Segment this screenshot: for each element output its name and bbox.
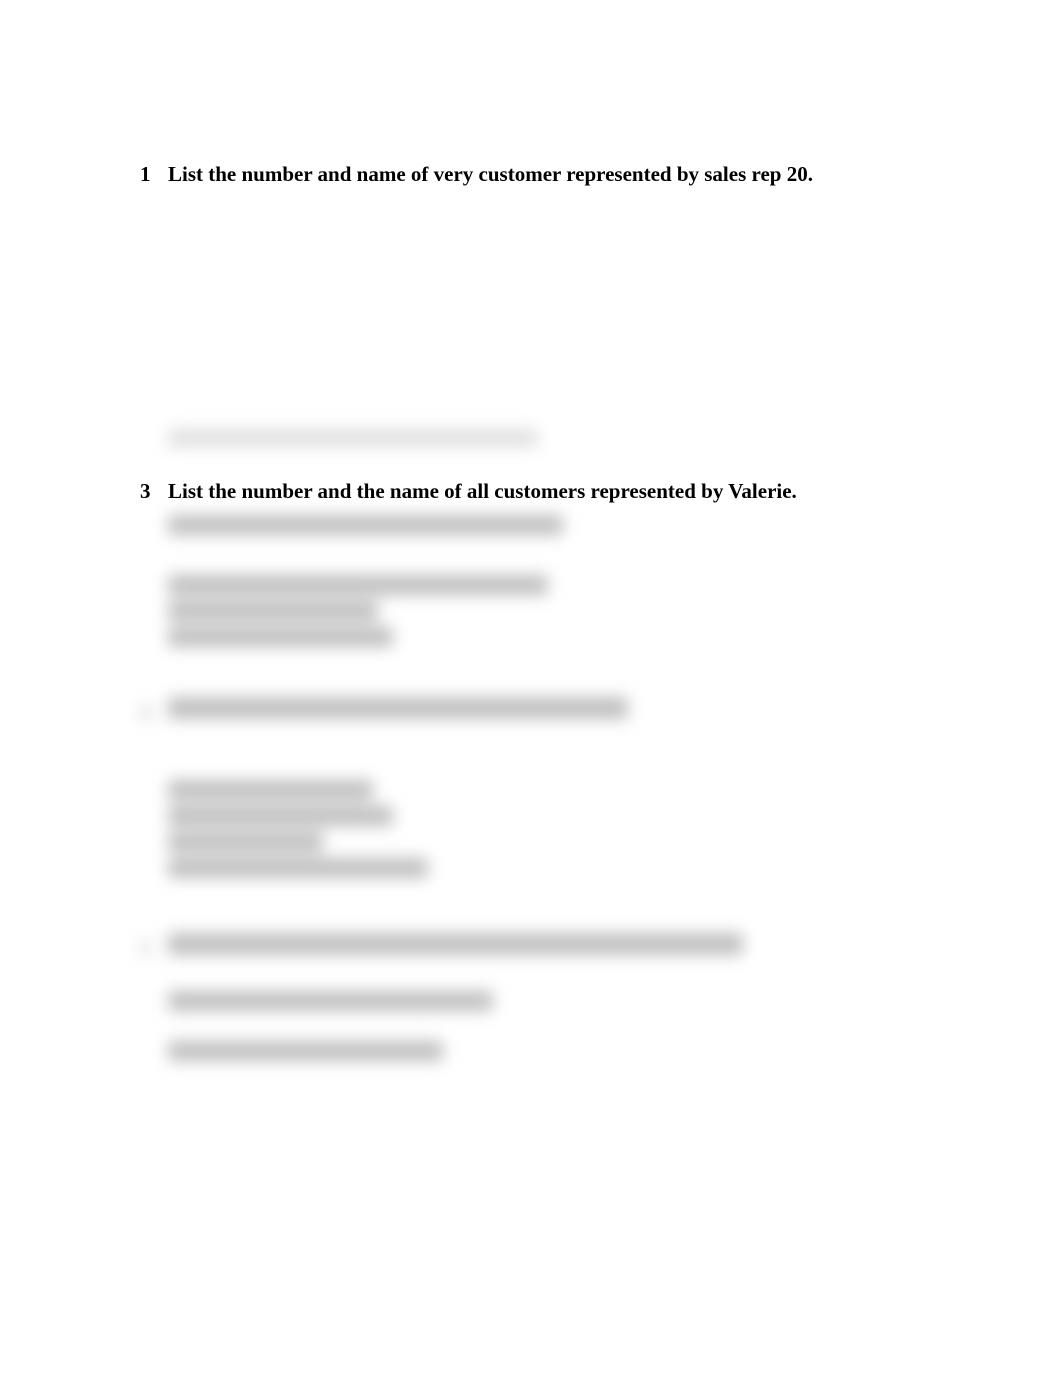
blurred-question-5: 5 [140, 933, 932, 961]
question-1: 1 List the number and name of very custo… [140, 160, 932, 189]
question-1-number: 1 [140, 162, 168, 187]
blurred-content [168, 1041, 932, 1061]
question-1-text: List the number and name of very custome… [168, 160, 813, 189]
blurred-content [168, 429, 538, 447]
blurred-content [168, 515, 932, 535]
blurred-content [168, 991, 932, 1011]
document-page: 1 List the number and name of very custo… [0, 0, 1062, 1167]
blurred-question-4: 4 [140, 697, 932, 725]
question-3-text: List the number and the name of all cust… [168, 477, 797, 506]
blurred-content [168, 780, 932, 878]
blurred-content [168, 575, 932, 647]
question-3-number: 3 [140, 479, 168, 504]
question-3: 3 List the number and the name of all cu… [140, 477, 932, 506]
